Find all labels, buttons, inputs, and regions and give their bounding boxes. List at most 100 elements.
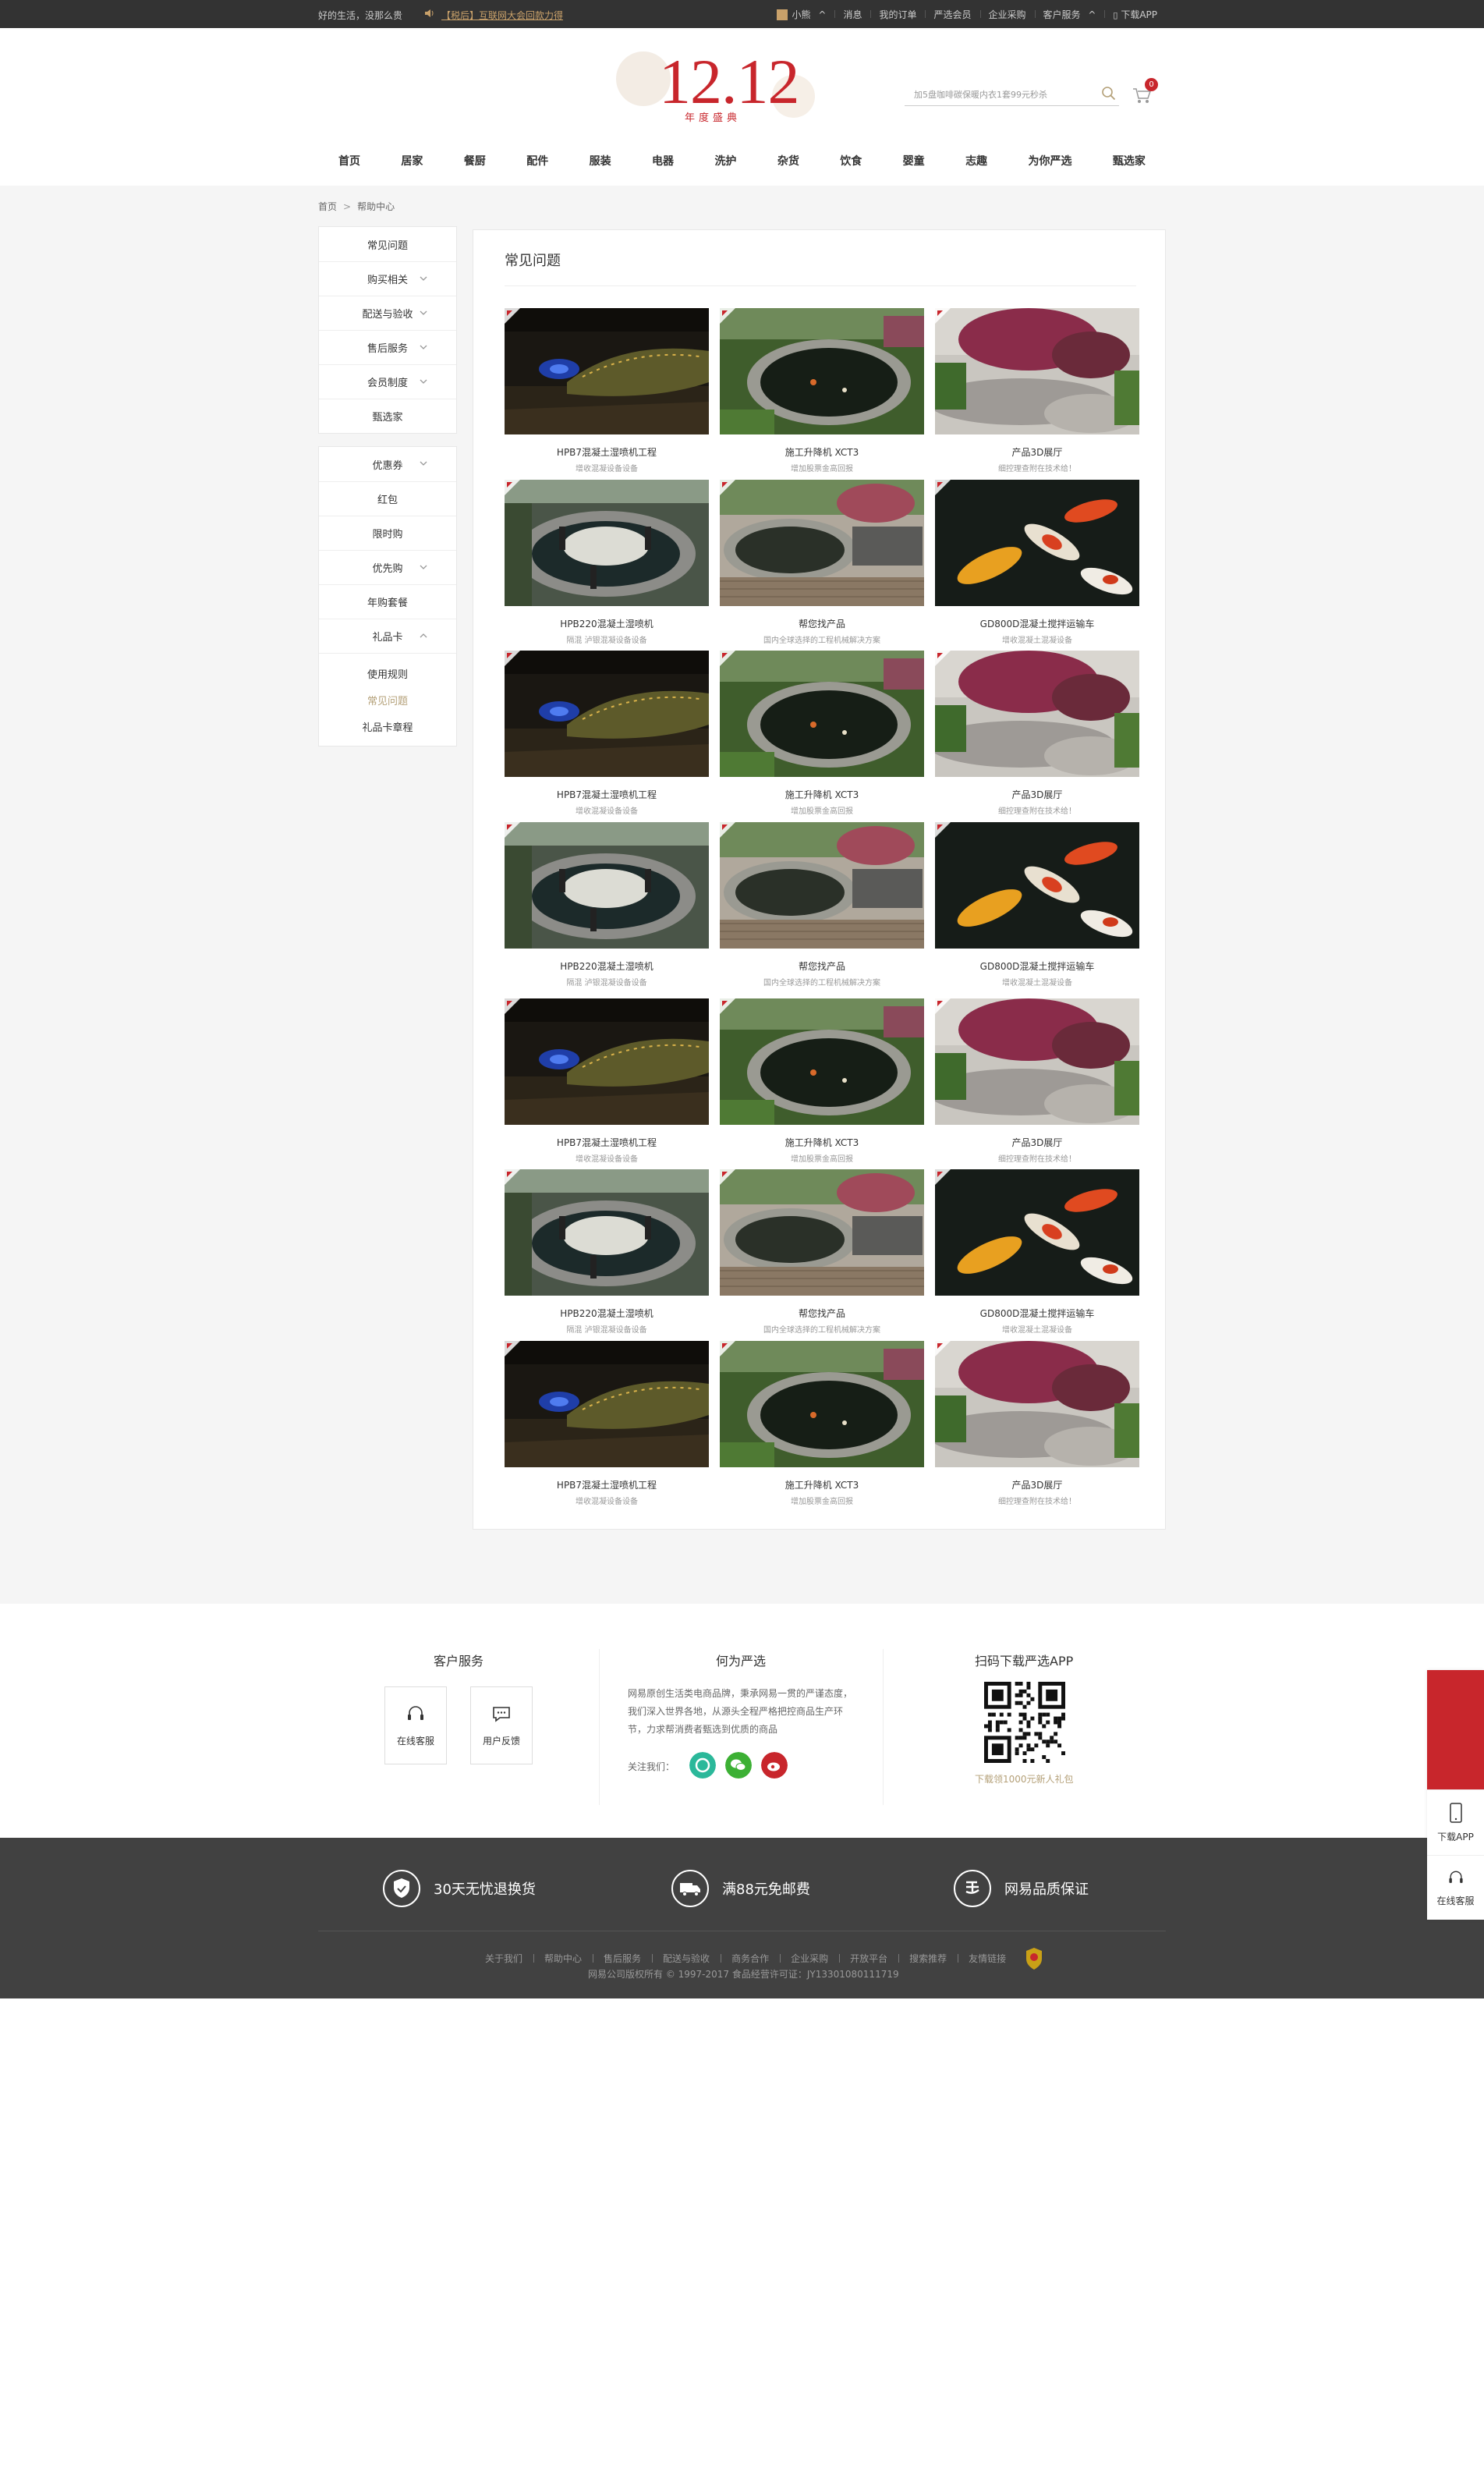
product-title[interactable]: HPB7混凝土湿喷机工程 [505,445,709,459]
sidebar-item[interactable]: 配送与验收 [319,296,456,330]
product-image[interactable] [505,480,709,606]
product-title[interactable]: HPB220混凝土湿喷机 [505,1307,709,1320]
footer-link[interactable]: 帮助中心 [533,1952,593,1965]
product-card[interactable]: 产品3D展厅 细控理查附在技术给！ [935,998,1139,1164]
float-download-app[interactable]: 下载APP [1427,1789,1484,1855]
nav-item[interactable]: 配件 [522,148,553,173]
user-menu[interactable]: 小熊 ^ [768,8,835,21]
product-image[interactable] [935,998,1139,1125]
online-service-button[interactable]: 在线客服 [384,1686,447,1764]
nav-item[interactable]: 为你严选 [1023,148,1076,173]
product-title[interactable]: 帮您找产品 [720,1307,924,1320]
product-title[interactable]: 产品3D展厅 [935,1478,1139,1491]
nav-item[interactable]: 饮食 [835,148,866,173]
product-image[interactable] [935,1341,1139,1467]
product-card[interactable]: 产品3D展厅 细控理查附在技术给！ [935,308,1139,473]
sidebar-subitem[interactable]: 使用规则 [319,660,456,686]
product-card[interactable]: HPB7混凝土湿喷机工程 增收混凝设备设备 [505,651,709,816]
footer-link[interactable]: 友情链接 [958,1952,1017,1965]
product-title[interactable]: GD800D混凝土搅拌运输车 [935,1307,1139,1320]
product-image[interactable] [720,651,924,777]
my-orders-link[interactable]: 我的订单 [870,8,925,21]
nav-item[interactable]: 餐厨 [459,148,491,173]
breadcrumb-home[interactable]: 首页 [318,201,337,212]
product-image[interactable] [505,998,709,1125]
messages-link[interactable]: 消息 [834,8,870,21]
float-online-service[interactable]: 在线客服 [1427,1855,1484,1920]
product-image[interactable] [935,822,1139,949]
product-card[interactable]: 产品3D展厅 细控理查附在技术给！ [935,1341,1139,1506]
nav-item[interactable]: 杂货 [773,148,804,173]
product-card[interactable]: HPB220混凝土湿喷机 隔混 泸银混凝设备设备 [505,1169,709,1335]
footer-link[interactable]: 开放平台 [839,1952,898,1965]
download-app-link[interactable]: ▯ 下载APP [1104,8,1166,21]
product-image[interactable] [505,651,709,777]
nav-item[interactable]: 甄选家 [1108,148,1150,173]
promo-banner[interactable] [1427,1670,1484,1789]
product-image[interactable] [720,480,924,606]
wechat-icon[interactable] [725,1752,752,1779]
sidebar-item[interactable]: 礼品卡 [319,619,456,653]
nav-item[interactable]: 居家 [396,148,427,173]
product-card[interactable]: 帮您找产品 国内全球选择的工程机械解决方案 [720,1169,924,1335]
nav-item[interactable]: 洗护 [710,148,741,173]
product-title[interactable]: 产品3D展厅 [935,788,1139,801]
membership-link[interactable]: 严选会员 [925,8,979,21]
product-title[interactable]: 产品3D展厅 [935,1136,1139,1149]
product-image[interactable] [935,308,1139,434]
enterprise-link[interactable]: 企业采购 [979,8,1035,21]
product-card[interactable]: HPB220混凝土湿喷机 隔混 泸银混凝设备设备 [505,480,709,645]
product-card[interactable]: 施工升降机 XCT3 增加股票金高回报 [720,1341,924,1506]
product-title[interactable]: GD800D混凝土搅拌运输车 [935,617,1139,630]
product-card[interactable]: GD800D混凝土搅拌运输车 增收混凝土混凝设备 [935,480,1139,645]
product-image[interactable] [935,1169,1139,1296]
sidebar-subitem[interactable]: 常见问题 [319,686,456,713]
product-title[interactable]: HPB7混凝土湿喷机工程 [505,1136,709,1149]
notice-link[interactable]: 【税后】互联网大会回款力得 [441,9,563,22]
customer-service-link[interactable]: 客户服务 ^ [1034,8,1105,21]
nav-item[interactable]: 服装 [585,148,616,173]
product-image[interactable] [935,480,1139,606]
product-card[interactable]: HPB220混凝土湿喷机 隔混 泸银混凝设备设备 [505,822,709,988]
footer-link[interactable]: 商务合作 [721,1952,780,1965]
product-card[interactable]: GD800D混凝土搅拌运输车 增收混凝土混凝设备 [935,1169,1139,1335]
product-card[interactable]: 施工升降机 XCT3 增加股票金高回报 [720,308,924,473]
product-image[interactable] [505,1341,709,1467]
sidebar-item[interactable]: 年购套餐 [319,584,456,619]
product-card[interactable]: HPB7混凝土湿喷机工程 增收混凝设备设备 [505,998,709,1164]
nav-item[interactable]: 志趣 [961,148,992,173]
feedback-button[interactable]: 用户反馈 [470,1686,533,1764]
product-title[interactable]: 施工升降机 XCT3 [720,788,924,801]
sidebar-item[interactable]: 售后服务 [319,330,456,364]
product-card[interactable]: 施工升降机 XCT3 增加股票金高回报 [720,998,924,1164]
sidebar-item[interactable]: 常见问题 [319,227,456,261]
product-image[interactable] [720,1341,924,1467]
product-card[interactable]: 帮您找产品 国内全球选择的工程机械解决方案 [720,822,924,988]
product-title[interactable]: HPB220混凝土湿喷机 [505,959,709,973]
product-card[interactable]: HPB7混凝土湿喷机工程 增收混凝设备设备 [505,1341,709,1506]
product-title[interactable]: 产品3D展厅 [935,445,1139,459]
nav-item[interactable]: 电器 [647,148,678,173]
search-icon[interactable] [1101,86,1117,101]
product-title[interactable]: 施工升降机 XCT3 [720,445,924,459]
product-image[interactable] [720,998,924,1125]
product-title[interactable]: HPB220混凝土湿喷机 [505,617,709,630]
sidebar-item[interactable]: 会员制度 [319,364,456,399]
product-card[interactable]: 施工升降机 XCT3 增加股票金高回报 [720,651,924,816]
footer-link[interactable]: 关于我们 [474,1952,533,1965]
product-card[interactable]: GD800D混凝土搅拌运输车 增收混凝土混凝设备 [935,822,1139,988]
footer-link[interactable]: 搜索推荐 [898,1952,958,1965]
sidebar-item[interactable]: 红包 [319,481,456,516]
product-title[interactable]: 帮您找产品 [720,617,924,630]
product-card[interactable]: 帮您找产品 国内全球选择的工程机械解决方案 [720,480,924,645]
product-image[interactable] [720,822,924,949]
product-card[interactable]: 产品3D展厅 细控理查附在技术给！ [935,651,1139,816]
product-title[interactable]: HPB7混凝土湿喷机工程 [505,1478,709,1491]
footer-link[interactable]: 配送与验收 [652,1952,721,1965]
product-title[interactable]: 施工升降机 XCT3 [720,1478,924,1491]
logo[interactable]: 12.12 年度盛典 [616,44,827,136]
product-title[interactable]: GD800D混凝土搅拌运输车 [935,959,1139,973]
product-title[interactable]: 帮您找产品 [720,959,924,973]
product-image[interactable] [720,308,924,434]
sidebar-item[interactable]: 购买相关 [319,261,456,296]
